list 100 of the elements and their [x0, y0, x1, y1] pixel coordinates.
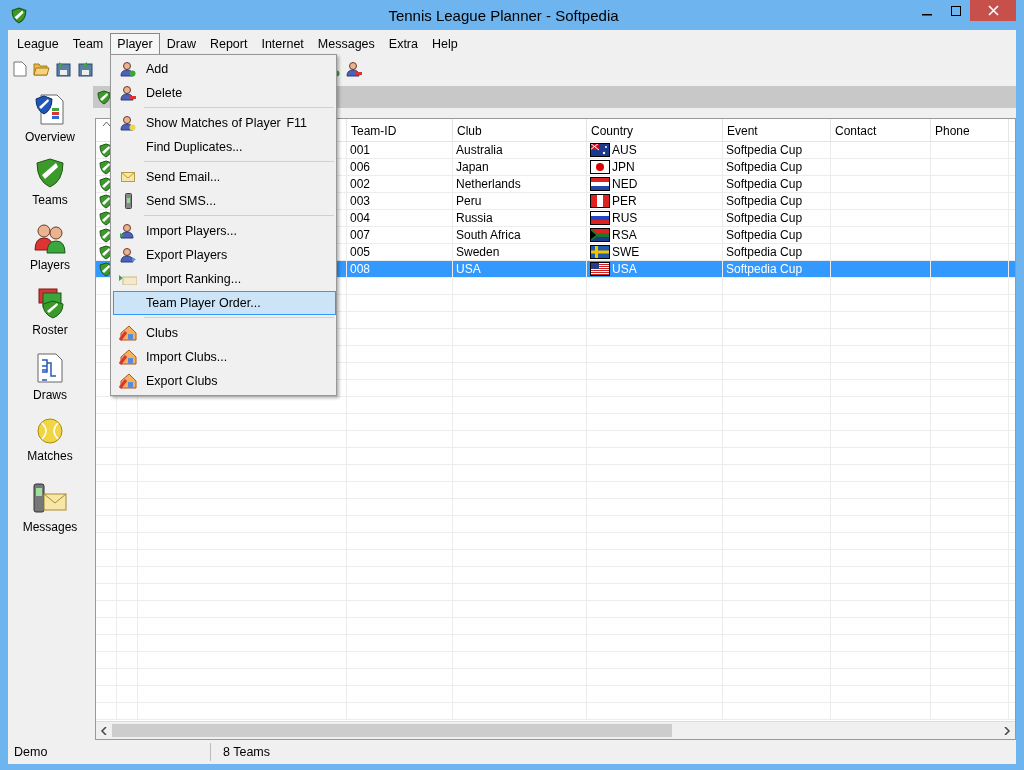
sort-ascending-icon[interactable] [102, 122, 110, 126]
table-cell: Russia [456, 211, 493, 225]
flag-icon [590, 228, 610, 242]
house-icon [119, 373, 137, 389]
flag-icon [590, 177, 610, 191]
menu-item[interactable]: Report [202, 33, 255, 55]
new-document-icon[interactable] [13, 61, 27, 77]
phone-envelope-icon [32, 482, 68, 516]
column-header[interactable]: Country [587, 119, 723, 141]
table-cell: 008 [350, 262, 371, 276]
table-cell: PER [612, 194, 637, 208]
menu-item[interactable]: Team Player Order... [113, 291, 336, 315]
house-icon [119, 325, 137, 341]
menu-item[interactable]: Import Clubs... [113, 345, 336, 369]
maximize-icon [950, 5, 961, 16]
table-cell: Peru [456, 194, 482, 208]
table-cell: 001 [350, 143, 371, 157]
menu-item[interactable]: Clubs [113, 321, 336, 345]
sidebar-item[interactable]: Overview [10, 90, 90, 155]
horizontal-scrollbar[interactable] [96, 721, 1015, 739]
status-text: Demo [8, 743, 211, 761]
menu-item[interactable]: Messages [310, 33, 382, 55]
table-cell: Japan [456, 160, 489, 174]
tennis-ball-icon [36, 417, 64, 445]
menu-item[interactable]: Delete [113, 81, 336, 105]
table-cell: SWE [612, 245, 640, 259]
flag-icon [590, 194, 610, 208]
sidebar-item[interactable]: Matches [10, 415, 90, 480]
table-cell: Softpedia Cup [726, 211, 803, 225]
document-shield-icon [33, 92, 67, 126]
menu-item[interactable]: Add [113, 57, 336, 81]
table-cell: Softpedia Cup [726, 177, 803, 191]
remove-person-icon [120, 85, 136, 101]
column-header[interactable]: Club [453, 119, 587, 141]
export-person-icon [120, 247, 136, 263]
table-cell: Softpedia Cup [726, 245, 803, 259]
app-shield-icon [11, 6, 27, 24]
table-cell: USA [456, 262, 481, 276]
table-cell: 002 [350, 177, 371, 191]
scroll-left-icon[interactable] [100, 726, 108, 735]
menu-item[interactable]: Extra [381, 33, 425, 55]
mobile-phone-icon [124, 193, 132, 209]
table-cell: 003 [350, 194, 371, 208]
table-cell: 006 [350, 160, 371, 174]
table-cell: Sweden [456, 245, 500, 259]
window-title: Tennis League Planner - Softpedia [387, 6, 620, 24]
table-cell: Softpedia Cup [726, 160, 803, 174]
menu-item[interactable]: Show Matches of Player F11 [113, 111, 336, 135]
menu-item[interactable]: Help [425, 33, 465, 55]
sidebar-item[interactable]: Messages [10, 480, 90, 545]
table-cell: RUS [612, 211, 638, 225]
menu-item[interactable]: League [10, 33, 66, 55]
table-cell: AUS [612, 143, 637, 157]
table-cell: Softpedia Cup [726, 228, 803, 242]
menu-item[interactable]: Player [110, 33, 160, 55]
column-header[interactable]: Event [723, 119, 831, 141]
sidebar-item[interactable]: Players [10, 220, 90, 285]
column-header[interactable]: Contact [831, 119, 931, 141]
remove-person-icon [346, 61, 362, 77]
table-cell: Netherlands [456, 177, 521, 191]
flag-icon [590, 160, 610, 174]
table-cell: 005 [350, 245, 371, 259]
flag-icon [590, 211, 610, 225]
column-header[interactable]: Phone [931, 119, 1009, 141]
people-icon [33, 222, 67, 254]
close-icon [987, 5, 999, 16]
envelope-icon [121, 172, 135, 182]
table-cell: USA [612, 262, 637, 276]
shield-icon [35, 157, 65, 189]
roster-icon [35, 287, 65, 319]
table-cell: Softpedia Cup [726, 262, 803, 276]
table-cell: RSA [612, 228, 637, 242]
flag-icon [590, 245, 610, 259]
import-list-icon [119, 273, 137, 285]
table-cell: South Africa [456, 228, 521, 242]
sidebar-item[interactable]: Draws [10, 350, 90, 415]
sidebar-item[interactable]: Teams [10, 155, 90, 220]
table-cell: JPN [612, 160, 635, 174]
menu-item[interactable]: Export Clubs [113, 369, 336, 393]
shield-icon [97, 89, 111, 105]
minimize-icon [921, 13, 932, 16]
table-cell: Australia [456, 143, 503, 157]
menu-item[interactable]: Internet [254, 33, 311, 55]
person-ball-icon [120, 115, 136, 131]
shortcut-text: F11 [286, 116, 307, 130]
table-cell: NED [612, 177, 638, 191]
import-person-icon [120, 223, 136, 239]
table-cell: 004 [350, 211, 371, 225]
folder-icon[interactable] [33, 62, 50, 76]
menu-item[interactable]: Team [65, 33, 111, 55]
sidebar-item[interactable]: Roster [10, 285, 90, 350]
house-icon [119, 349, 137, 365]
column-header[interactable]: Team-ID [347, 119, 453, 141]
add-person-icon [120, 61, 136, 77]
flag-icon [590, 262, 610, 276]
menu-item[interactable]: Draw [159, 33, 203, 55]
scroll-right-icon[interactable] [1003, 726, 1011, 735]
table-cell: Softpedia Cup [726, 194, 803, 208]
save-icon[interactable] [78, 61, 94, 77]
save-icon[interactable] [56, 61, 72, 77]
